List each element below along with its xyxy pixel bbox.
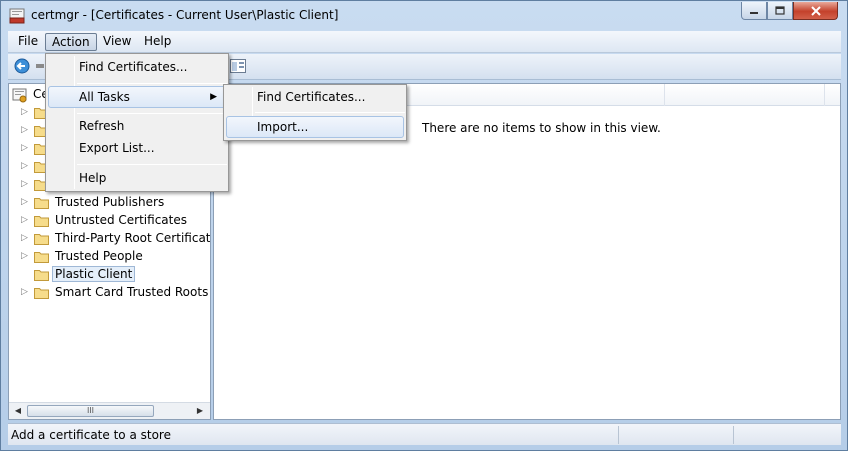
expand-arrow-icon[interactable]: ▷ xyxy=(21,215,28,225)
menu-item-label: Import... xyxy=(257,120,309,134)
tree-item-trusted-publishers[interactable]: ▷ Trusted Publishers xyxy=(9,194,209,212)
close-button[interactable] xyxy=(793,2,838,20)
status-bar: Add a certificate to a store xyxy=(8,423,841,445)
action-menu-export-list[interactable]: Export List... xyxy=(48,138,226,160)
menu-item-label: Export List... xyxy=(79,141,155,155)
expand-arrow-icon[interactable]: ▷ xyxy=(21,197,28,207)
back-arrow-icon[interactable] xyxy=(13,58,31,74)
menu-action[interactable]: Action xyxy=(45,33,97,51)
tree-item-label: Trusted Publishers xyxy=(55,195,165,209)
expand-arrow-icon[interactable]: ▷ xyxy=(21,287,28,297)
status-divider xyxy=(733,426,734,444)
tree-item-plastic-client[interactable]: Plastic Client xyxy=(9,266,209,284)
action-menu-all-tasks[interactable]: All Tasks ▶ xyxy=(48,86,226,108)
action-menu: Find Certificates... All Tasks ▶ Refresh… xyxy=(45,53,229,192)
all-tasks-find-certificates[interactable]: Find Certificates... xyxy=(226,87,404,109)
minimize-button[interactable] xyxy=(741,2,767,20)
menu-item-label: Find Certificates... xyxy=(79,60,188,74)
tree-item-label: Smart Card Trusted Roots xyxy=(55,285,209,299)
forward-arrow-icon[interactable] xyxy=(36,62,44,70)
tree-item-label: Third-Party Root Certification xyxy=(55,231,211,245)
folder-icon xyxy=(34,288,49,299)
menu-file[interactable]: File xyxy=(12,33,44,51)
show-hide-pane-icon[interactable] xyxy=(230,59,246,73)
tree-horizontal-scrollbar[interactable]: ◀ III ▶ xyxy=(9,402,210,419)
status-divider xyxy=(618,426,619,444)
menu-view[interactable]: View xyxy=(97,33,137,51)
empty-list-message: There are no items to show in this view. xyxy=(422,121,661,135)
app-window: certmgr - [Certificates - Current User\P… xyxy=(0,0,848,451)
tree-item-smart-card-roots[interactable]: ▷ Smart Card Trusted Roots xyxy=(9,284,209,302)
expand-arrow-icon[interactable]: ▷ xyxy=(21,233,28,243)
column-divider[interactable] xyxy=(664,84,665,106)
status-text: Add a certificate to a store xyxy=(11,428,171,442)
scrollbar-thumb[interactable]: III xyxy=(27,405,154,417)
title-bar: certmgr - [Certificates - Current User\P… xyxy=(1,1,847,31)
menu-item-label: Refresh xyxy=(79,119,125,133)
all-tasks-import[interactable]: Import... xyxy=(226,116,404,138)
tree-item-label: Trusted People xyxy=(55,249,143,263)
action-menu-refresh[interactable]: Refresh xyxy=(48,116,226,138)
menu-help[interactable]: Help xyxy=(138,33,177,51)
certificate-store-icon xyxy=(12,88,27,103)
folder-icon xyxy=(34,216,49,227)
menu-separator xyxy=(77,83,227,84)
window-title: certmgr - [Certificates - Current User\P… xyxy=(31,8,339,22)
tree-item-untrusted-certificates[interactable]: ▷ Untrusted Certificates xyxy=(9,212,209,230)
scroll-right-icon[interactable]: ▶ xyxy=(193,405,207,417)
folder-icon xyxy=(34,198,49,209)
menu-item-label: Find Certificates... xyxy=(257,90,366,104)
folder-icon xyxy=(34,252,49,263)
expand-arrow-icon[interactable]: ▷ xyxy=(21,143,28,153)
tree-item-trusted-people[interactable]: ▷ Trusted People xyxy=(9,248,209,266)
expand-arrow-icon[interactable]: ▷ xyxy=(21,251,28,261)
expand-arrow-icon[interactable]: ▷ xyxy=(21,125,28,135)
close-icon xyxy=(810,5,821,16)
menu-separator xyxy=(77,113,227,114)
menu-separator xyxy=(255,112,405,113)
folder-icon xyxy=(34,234,49,245)
maximize-button[interactable] xyxy=(767,2,793,20)
maximize-icon xyxy=(775,6,785,15)
column-divider[interactable] xyxy=(824,84,825,106)
expand-arrow-icon[interactable]: ▷ xyxy=(21,179,28,189)
scroll-left-icon[interactable]: ◀ xyxy=(11,405,25,417)
certmgr-app-icon xyxy=(9,8,25,24)
minimize-icon xyxy=(750,11,758,14)
all-tasks-submenu: Find Certificates... Import... xyxy=(223,84,407,141)
action-menu-help[interactable]: Help xyxy=(48,168,226,190)
expand-arrow-icon[interactable]: ▷ xyxy=(21,107,28,117)
submenu-arrow-icon: ▶ xyxy=(210,92,217,102)
action-menu-find-certificates[interactable]: Find Certificates... xyxy=(48,57,226,79)
tree-item-label: Untrusted Certificates xyxy=(55,213,187,227)
folder-icon xyxy=(34,270,49,281)
scrollbar-grip: III xyxy=(86,406,95,415)
tree-item-label: Plastic Client xyxy=(52,266,136,282)
menu-item-label: All Tasks xyxy=(79,90,130,104)
menu-item-label: Help xyxy=(79,171,107,185)
menu-separator xyxy=(77,164,227,165)
menu-bar: File Action View Help xyxy=(8,31,841,53)
expand-arrow-icon[interactable]: ▷ xyxy=(21,161,28,171)
tree-item-third-party-root[interactable]: ▷ Third-Party Root Certification xyxy=(9,230,211,248)
